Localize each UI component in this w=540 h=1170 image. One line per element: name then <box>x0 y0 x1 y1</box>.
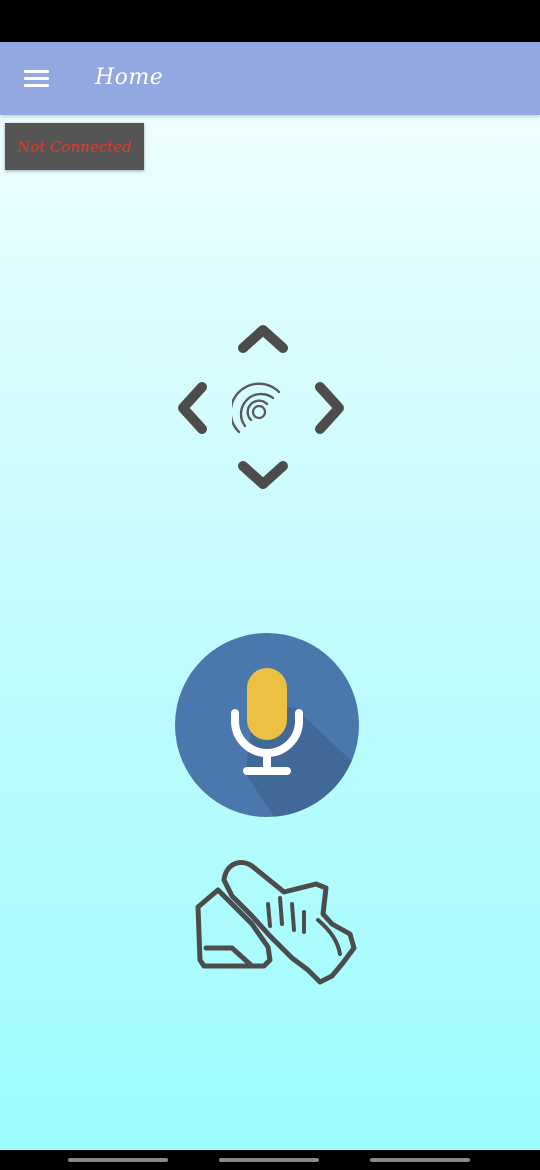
chevron-down-icon <box>238 461 288 489</box>
system-navigation-bar <box>0 1150 540 1170</box>
left-arrow-button[interactable] <box>168 377 214 439</box>
wireless-signal-icon <box>232 382 281 434</box>
microphone-icon <box>231 668 359 817</box>
hamburger-menu-icon <box>24 70 49 73</box>
status-bar <box>0 0 540 42</box>
swipe-hand-gesture-icon <box>195 860 357 985</box>
chevron-up-icon <box>238 325 288 353</box>
right-arrow-button[interactable] <box>308 377 354 439</box>
app-bar: Home <box>0 42 540 115</box>
nav-recents-indicator[interactable] <box>68 1158 168 1162</box>
microphone-button[interactable] <box>175 633 359 817</box>
up-arrow-button[interactable] <box>233 318 293 358</box>
center-signal-button[interactable] <box>232 377 294 439</box>
gesture-button[interactable] <box>190 852 360 990</box>
nav-home-indicator[interactable] <box>219 1158 319 1162</box>
connection-status-badge: Not Connected <box>5 123 144 170</box>
down-arrow-button[interactable] <box>233 454 293 494</box>
chevron-right-icon <box>315 382 344 434</box>
chevron-left-icon <box>178 382 207 434</box>
menu-button[interactable] <box>14 56 58 100</box>
page-title: Home <box>95 65 164 90</box>
nav-back-indicator[interactable] <box>370 1158 470 1162</box>
